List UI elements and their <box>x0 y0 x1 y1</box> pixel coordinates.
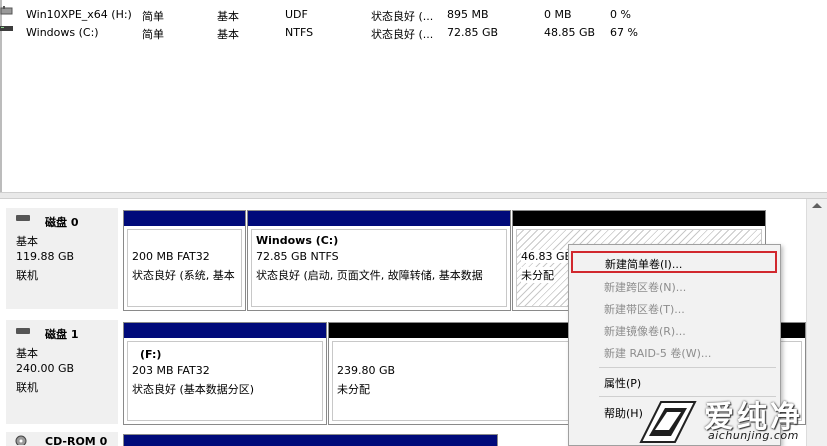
partition-name: (F:) <box>140 348 162 361</box>
disk-title: 磁盘 1 <box>45 328 79 341</box>
volume-type: 基本 <box>217 28 239 41</box>
disk-title: CD-ROM 0 <box>45 435 108 446</box>
partition-status: 状态良好 (启动, 页面文件, 故障转储, 基本数据 <box>256 269 483 282</box>
brand-logo-icon <box>639 401 697 443</box>
partition-body: 200 MB FAT32 状态良好 (系统, 基本 <box>127 229 242 307</box>
disk-title: 磁盘 0 <box>45 216 79 229</box>
disk-size: 119.88 GB <box>16 250 75 263</box>
volume-filesystem: NTFS <box>285 26 314 39</box>
scroll-up-arrow-icon[interactable] <box>812 203 822 208</box>
partition-size: 203 MB FAT32 <box>132 364 210 377</box>
volume-free-percent: 0 % <box>610 8 631 21</box>
volume-status: 状态良好 (... <box>371 10 434 23</box>
disk-type: 基本 <box>16 235 38 248</box>
partition-status: 未分配 <box>337 383 370 396</box>
menu-properties[interactable]: 属性(P) <box>570 370 779 392</box>
partition-system[interactable]: 200 MB FAT32 状态良好 (系统, 基本 <box>123 210 246 311</box>
volume-capacity: 895 MB <box>447 8 489 21</box>
volume-row-h[interactable]: Win10XPE_x64 (H:) 简单 基本 UDF 状态良好 (... 89… <box>0 5 827 23</box>
menu-item-label: 新建带区卷(T)... <box>604 303 685 316</box>
partition-bar <box>124 435 497 446</box>
partition-size: 239.80 GB <box>337 364 396 377</box>
partition-status: 状态良好 (系统, 基本 <box>132 269 235 282</box>
disk-volume-icon <box>0 26 13 31</box>
partition-bar <box>124 211 245 226</box>
volume-capacity: 72.85 GB <box>447 26 499 39</box>
partition-bar <box>248 211 510 226</box>
watermark: 爱纯净 aichunjing.com <box>637 392 827 446</box>
menu-new-spanned-volume[interactable]: 新建跨区卷(N)... <box>570 274 779 296</box>
volume-status: 状态良好 (... <box>371 28 434 41</box>
disk-1-label[interactable]: 磁盘 1 基本 240.00 GB 联机 <box>6 320 118 424</box>
volume-free-percent: 67 % <box>610 26 638 39</box>
menu-item-label: 新建跨区卷(N)... <box>604 281 687 294</box>
menu-item-label: 新建 RAID-5 卷(W)... <box>604 347 712 360</box>
volume-layout: 简单 <box>142 10 164 23</box>
volume-name: Windows (C:) <box>26 26 99 39</box>
partition-cdrom[interactable] <box>123 434 498 446</box>
partition-name: Windows (C:) <box>256 234 339 247</box>
menu-item-label: 新建镜像卷(R)... <box>604 325 686 338</box>
cdrom-0-label[interactable]: CD-ROM 0 <box>6 432 118 446</box>
disk-type: 基本 <box>16 347 38 360</box>
disk-icon <box>16 215 30 221</box>
volume-list: Win10XPE_x64 (H:) 简单 基本 UDF 状态良好 (... 89… <box>0 0 827 192</box>
partition-windows-c[interactable]: Windows (C:) 72.85 GB NTFS 状态良好 (启动, 页面文… <box>247 210 511 311</box>
disk-state: 联机 <box>16 381 38 394</box>
volume-free-space: 48.85 GB <box>544 26 596 39</box>
partition-body: (F:) 203 MB FAT32 状态良好 (基本数据分区) <box>127 341 323 421</box>
partition-bar <box>513 211 765 226</box>
cdrom-icon <box>15 435 27 445</box>
pane-splitter[interactable] <box>0 192 827 199</box>
disk-icon <box>16 328 30 334</box>
cdrom-volume-icon <box>0 6 13 15</box>
menu-new-simple-volume[interactable]: 新建简单卷(I)... <box>571 251 777 273</box>
menu-item-label: 属性(P) <box>604 377 642 390</box>
volume-layout: 简单 <box>142 28 164 41</box>
disk-state: 联机 <box>16 269 38 282</box>
volume-filesystem: UDF <box>285 8 308 21</box>
volume-free-space: 0 MB <box>544 8 572 21</box>
partition-status: 未分配 <box>521 267 554 283</box>
partition-status: 状态良好 (基本数据分区) <box>132 383 255 396</box>
volume-row-c[interactable]: Windows (C:) 简单 基本 NTFS 状态良好 (... 72.85 … <box>0 23 827 41</box>
disk-size: 240.00 GB <box>16 362 75 375</box>
menu-item-label: 新建简单卷(I)... <box>605 258 683 271</box>
watermark-url: aichunjing.com <box>708 429 799 442</box>
volume-name: Win10XPE_x64 (H:) <box>26 8 132 21</box>
partition-bar <box>124 323 326 338</box>
menu-new-raid5-volume[interactable]: 新建 RAID-5 卷(W)... <box>570 340 779 362</box>
menu-separator <box>599 367 776 368</box>
volume-type: 基本 <box>217 10 239 23</box>
partition-size: 72.85 GB NTFS <box>256 250 339 263</box>
partition-body: Windows (C:) 72.85 GB NTFS 状态良好 (启动, 页面文… <box>251 229 507 307</box>
menu-new-mirrored-volume[interactable]: 新建镜像卷(R)... <box>570 318 779 340</box>
disk-0-label[interactable]: 磁盘 0 基本 119.88 GB 联机 <box>6 208 118 309</box>
partition-f[interactable]: (F:) 203 MB FAT32 状态良好 (基本数据分区) <box>123 322 327 425</box>
partition-size: 46.83 GB <box>521 250 573 263</box>
menu-new-striped-volume[interactable]: 新建带区卷(T)... <box>570 296 779 318</box>
partition-size: 200 MB FAT32 <box>132 250 210 263</box>
